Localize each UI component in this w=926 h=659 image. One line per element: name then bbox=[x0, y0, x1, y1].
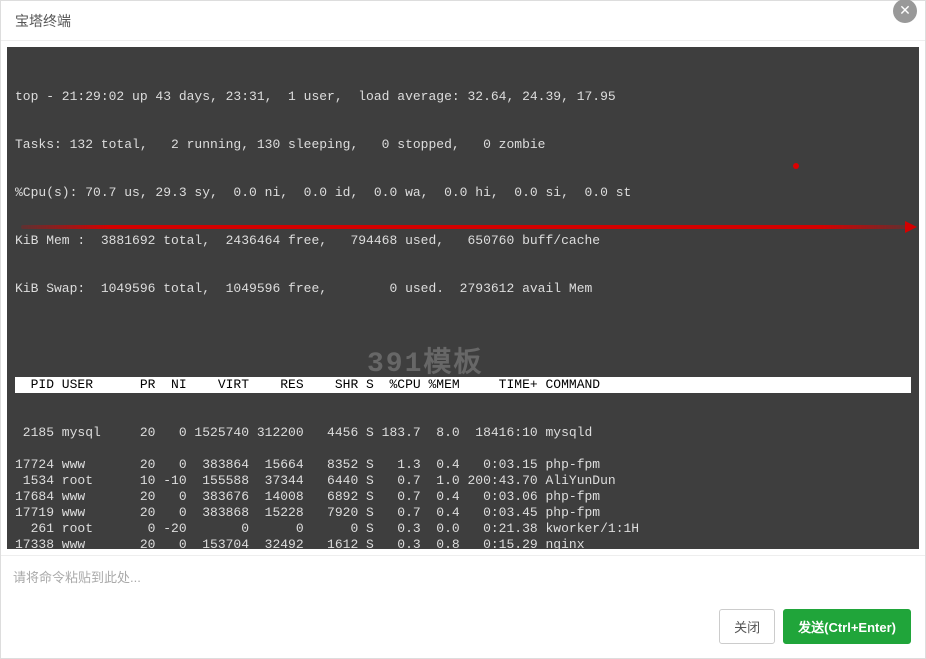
process-row: 2185 mysql 20 0 1525740 312200 4456 S 18… bbox=[15, 425, 911, 441]
top-swap-line: KiB Swap: 1049596 total, 1049596 free, 0… bbox=[15, 281, 911, 297]
close-icon[interactable]: ✕ bbox=[893, 0, 917, 23]
process-header-row: PID USER PR NI VIRT RES SHR S %CPU %MEM … bbox=[15, 377, 911, 393]
annotation-arrow-icon bbox=[905, 221, 917, 233]
modal-header: 宝塔终端 ✕ bbox=[1, 1, 925, 41]
annotation-underline bbox=[21, 225, 911, 229]
top-cpu-line: %Cpu(s): 70.7 us, 29.3 sy, 0.0 ni, 0.0 i… bbox=[15, 185, 911, 201]
send-button[interactable]: 发送(Ctrl+Enter) bbox=[783, 609, 911, 644]
process-row: 17338 www 20 0 153704 32492 1612 S 0.3 0… bbox=[15, 537, 911, 549]
process-row: 1534 root 10 -10 155588 37344 6440 S 0.7… bbox=[15, 473, 911, 489]
watermark-text: 391模板 bbox=[367, 357, 483, 373]
process-row bbox=[15, 441, 911, 457]
process-rows: 2185 mysql 20 0 1525740 312200 4456 S 18… bbox=[15, 425, 911, 549]
terminal-output[interactable]: top - 21:29:02 up 43 days, 23:31, 1 user… bbox=[7, 47, 919, 549]
blank-line bbox=[15, 329, 911, 345]
process-row: 17719 www 20 0 383868 15228 7920 S 0.7 0… bbox=[15, 505, 911, 521]
process-row: 17684 www 20 0 383676 14008 6892 S 0.7 0… bbox=[15, 489, 911, 505]
terminal-modal: 宝塔终端 ✕ top - 21:29:02 up 43 days, 23:31,… bbox=[0, 0, 926, 659]
annotation-dot bbox=[793, 163, 799, 169]
command-input-area bbox=[1, 555, 925, 599]
modal-footer: 关闭 发送(Ctrl+Enter) bbox=[1, 599, 925, 658]
top-tasks-line: Tasks: 132 total, 2 running, 130 sleepin… bbox=[15, 137, 911, 153]
close-button[interactable]: 关闭 bbox=[719, 609, 775, 644]
process-row: 17724 www 20 0 383864 15664 8352 S 1.3 0… bbox=[15, 457, 911, 473]
command-input[interactable] bbox=[11, 564, 915, 591]
modal-title: 宝塔终端 bbox=[15, 11, 71, 31]
top-summary-line: top - 21:29:02 up 43 days, 23:31, 1 user… bbox=[15, 89, 911, 105]
top-mem-line: KiB Mem : 3881692 total, 2436464 free, 7… bbox=[15, 233, 911, 249]
process-row: 261 root 0 -20 0 0 0 S 0.3 0.0 0:21.38 k… bbox=[15, 521, 911, 537]
